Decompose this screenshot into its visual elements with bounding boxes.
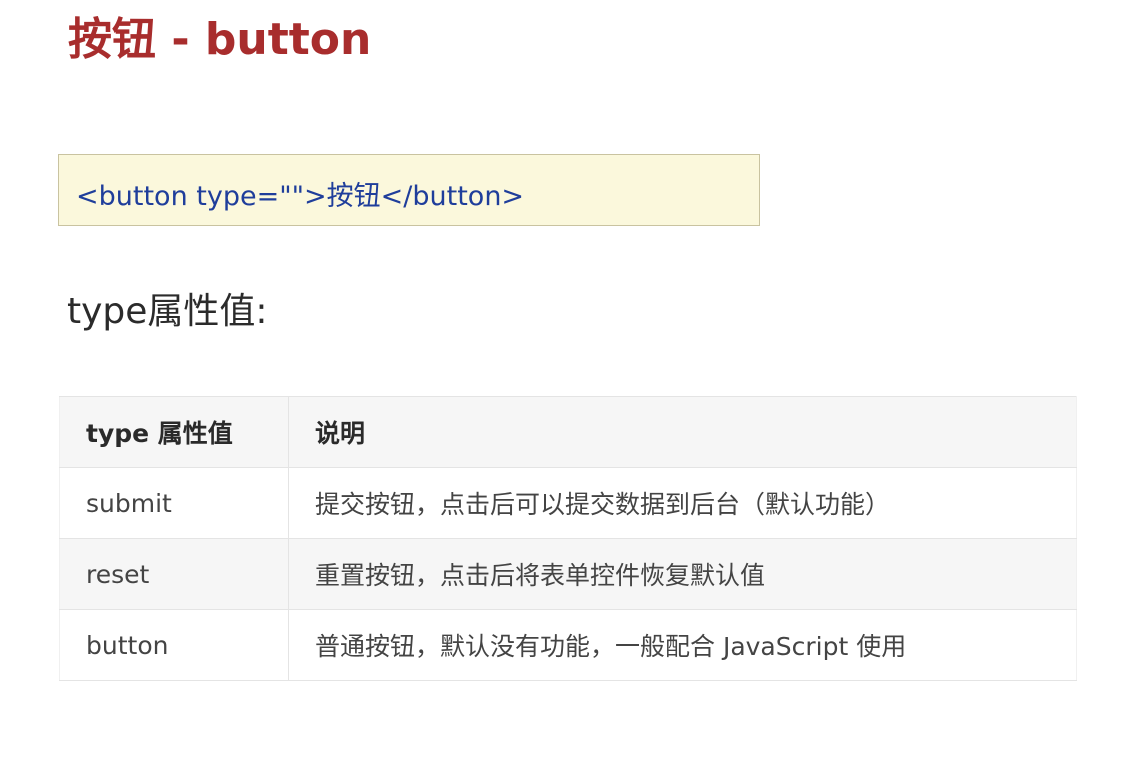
- table-row: button 普通按钮，默认没有功能，一般配合 JavaScript 使用: [59, 609, 1077, 681]
- type-attribute-table: type 属性值 说明 submit 提交按钮，点击后可以提交数据到后台（默认功…: [59, 396, 1077, 681]
- description-cell: 重置按钮，点击后将表单控件恢复默认值: [288, 538, 1077, 610]
- type-value-cell: reset: [59, 538, 289, 610]
- description-cell: 提交按钮，点击后可以提交数据到后台（默认功能）: [288, 467, 1077, 539]
- code-snippet: <button type="">按钮</button>: [76, 180, 525, 212]
- code-snippet-box: <button type="">按钮</button>: [58, 154, 760, 226]
- table-row: reset 重置按钮，点击后将表单控件恢复默认值: [59, 538, 1077, 610]
- type-value-cell: button: [59, 609, 289, 681]
- column-header-type-value: type 属性值: [59, 396, 289, 468]
- column-header-description: 说明: [288, 396, 1077, 468]
- page-title: 按钮 - button: [68, 14, 372, 65]
- table-header-row: type 属性值 说明: [59, 396, 1077, 468]
- type-value-cell: submit: [59, 467, 289, 539]
- section-heading: type属性值:: [67, 291, 268, 332]
- description-cell: 普通按钮，默认没有功能，一般配合 JavaScript 使用: [288, 609, 1077, 681]
- table-row: submit 提交按钮，点击后可以提交数据到后台（默认功能）: [59, 467, 1077, 539]
